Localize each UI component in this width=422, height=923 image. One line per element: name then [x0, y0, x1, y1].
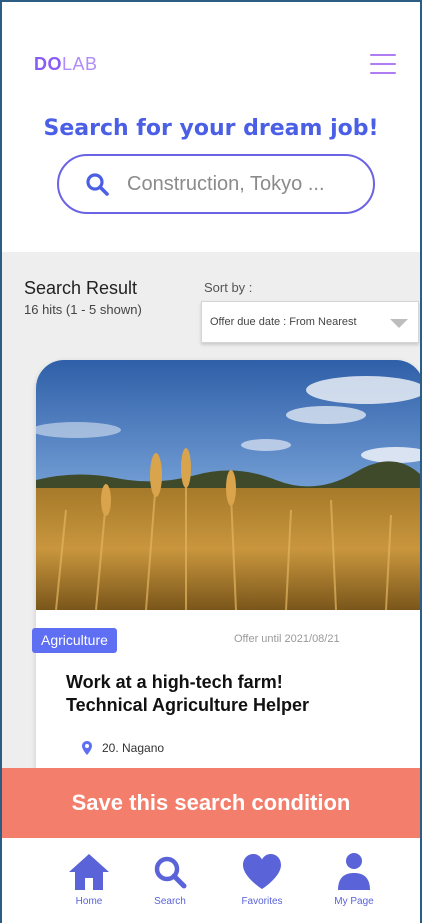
- job-title-line2: Technical Agriculture Helper: [66, 695, 310, 715]
- job-photo: [36, 360, 420, 610]
- offer-date: Offer until 2021/08/21: [234, 633, 340, 645]
- app-frame: DOLAB Search for your dream job! Constru…: [0, 0, 422, 923]
- home-icon: [69, 854, 109, 890]
- search-placeholder: Construction, Tokyo ...: [127, 172, 325, 195]
- nav-search[interactable]: Search: [135, 852, 205, 907]
- heart-icon: [243, 854, 281, 889]
- logo[interactable]: DOLAB: [34, 54, 98, 75]
- nav-favorites-label: Favorites: [241, 896, 283, 907]
- results-hits: 16 hits (1 - 5 shown): [24, 302, 142, 317]
- job-title[interactable]: Work at a high-tech farm! Technical Agri…: [66, 671, 386, 717]
- page-headline: Search for your dream job!: [43, 116, 379, 141]
- hamburger-menu-icon[interactable]: [370, 54, 396, 74]
- save-search-button[interactable]: Save this search condition: [2, 768, 420, 838]
- category-badge[interactable]: Agriculture: [32, 628, 117, 653]
- nav-search-label: Search: [154, 896, 186, 907]
- nav-home[interactable]: Home: [54, 852, 124, 907]
- sort-label: Sort by :: [204, 280, 253, 295]
- nav-home-label: Home: [75, 896, 103, 907]
- location-pin-icon: [82, 741, 92, 755]
- sort-value: Offer due date : From Nearest: [210, 316, 357, 328]
- nav-mypage[interactable]: My Page: [319, 852, 389, 907]
- sort-dropdown[interactable]: Offer due date : From Nearest: [201, 301, 419, 343]
- location-text: 20. Nagano: [102, 741, 165, 755]
- chevron-down-icon: [390, 319, 408, 328]
- search-icon: [154, 856, 187, 889]
- results-title: Search Result: [24, 278, 138, 298]
- job-card[interactable]: [36, 360, 420, 800]
- header: DOLAB Search for your dream job! Constru…: [2, 2, 420, 252]
- job-title-line1: Work at a high-tech farm!: [66, 672, 283, 692]
- job-location: 20. Nagano: [82, 741, 164, 755]
- logo-part1: DO: [34, 54, 62, 74]
- nav-mypage-label: My Page: [334, 896, 374, 907]
- nav-favorites[interactable]: Favorites: [227, 852, 297, 907]
- search-input[interactable]: Construction, Tokyo ...: [57, 154, 375, 214]
- user-icon: [338, 853, 370, 890]
- bottom-nav: Home Search Favorites My Page: [2, 838, 420, 923]
- search-icon: [86, 173, 109, 196]
- logo-part2: LAB: [62, 54, 98, 74]
